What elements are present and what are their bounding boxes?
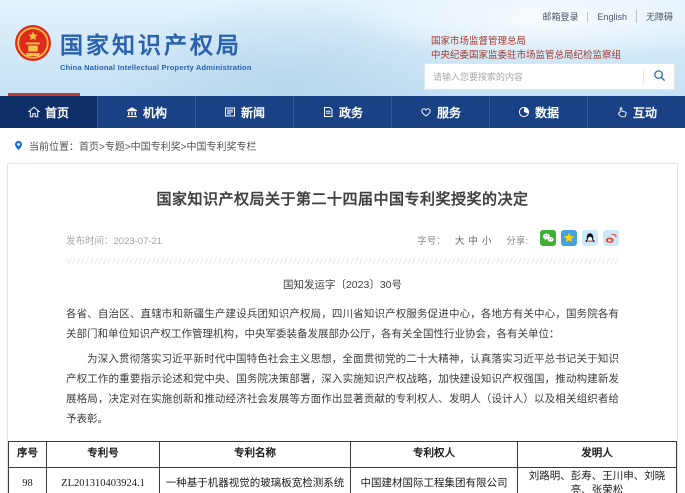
publish-date: 发布时间：2023-07-21	[66, 233, 162, 247]
qzone-share-icon[interactable]	[561, 230, 577, 246]
site-subtitle: China National Intellectual Property Adm…	[60, 63, 252, 72]
brand: 国家知识产权局 China National Intellectual Prop…	[60, 26, 252, 72]
top-link-2[interactable]: 无障碍	[636, 10, 673, 23]
patent-award-table: 序号专利号专利名称专利权人发明人 98ZL201310403924.1一种基于机…	[8, 441, 677, 493]
page-title: 国家知识产权局关于第二十四届中国专利奖授奖的决定	[8, 188, 677, 209]
top-link-1[interactable]: English	[587, 12, 627, 22]
nav-label-gov: 政务	[339, 104, 363, 121]
article-meta-row: 发布时间：2023-07-21 字号： 大中小 分享:	[66, 230, 619, 249]
site-header: 国家知识产权局 China National Intellectual Prop…	[0, 0, 685, 96]
nav-item-home[interactable]: 首页	[0, 96, 97, 128]
qq-share-icon[interactable]	[582, 230, 598, 246]
search-icon	[653, 69, 666, 85]
newspaper-icon	[224, 106, 236, 118]
nav-active-accent	[8, 93, 80, 96]
font-size-option-2[interactable]: 小	[480, 236, 494, 247]
home-icon	[28, 106, 40, 118]
font-size-label: 字号：	[417, 233, 446, 247]
share-icons	[535, 230, 619, 249]
font-size-option-0[interactable]: 大	[453, 236, 467, 247]
breadcrumb-label: 当前位置：	[29, 138, 79, 153]
main-nav: 首页 机构 新闻 政务 服务 数据 互动	[0, 96, 685, 128]
nav-item-news[interactable]: 新闻	[195, 96, 293, 128]
table-header-0: 序号	[9, 441, 47, 467]
page: 国家知识产权局 China National Intellectual Prop…	[0, 0, 685, 493]
nav-label-org: 机构	[143, 104, 167, 121]
nav-label-data: 数据	[535, 104, 559, 121]
breadcrumb: 当前位置： 首页>专题>中国专利奖>中国专利奖专栏	[0, 128, 685, 163]
document-icon	[322, 106, 334, 118]
hatched-divider	[66, 258, 619, 264]
department-lines: 国家市场监督管理总局 中央纪委国家监委驻市场监管总局纪检监察组	[431, 35, 621, 64]
nav-label-service: 服务	[437, 104, 461, 121]
table-head: 序号专利号专利名称专利权人发明人	[9, 441, 677, 467]
table-header-row: 序号专利号专利名称专利权人发明人	[9, 441, 677, 467]
breadcrumb-path[interactable]: 首页>专题>中国专利奖>中国专利奖专栏	[79, 138, 257, 153]
nav-item-service[interactable]: 服务	[391, 96, 489, 128]
top-link-0[interactable]: 邮箱登录	[542, 10, 578, 23]
weibo-share-icon[interactable]	[603, 230, 619, 246]
share-label: 分享:	[506, 233, 528, 247]
doc-number: 国知发运字〔2023〕30号	[8, 277, 677, 292]
paragraph-body: 为深入贯彻落实习近平新时代中国特色社会主义思想，全面贯彻党的二十大精神，认真落实…	[66, 350, 619, 430]
table-cell-r0-c2: 一种基于机器视觉的玻璃板宽检测系统	[159, 467, 350, 493]
table-body: 98ZL201310403924.1一种基于机器视觉的玻璃板宽检测系统中国建材国…	[9, 467, 677, 493]
font-size-option-1[interactable]: 中	[466, 236, 480, 247]
service-heart-icon	[420, 106, 432, 118]
table-cell-r0-c1: ZL201310403924.1	[47, 467, 160, 493]
nav-item-gov[interactable]: 政务	[293, 96, 391, 128]
location-pin-icon	[13, 140, 24, 151]
table-row: 98ZL201310403924.1一种基于机器视觉的玻璃板宽检测系统中国建材国…	[9, 467, 677, 493]
font-size-options: 大中小	[453, 233, 494, 247]
nav-item-data[interactable]: 数据	[489, 96, 587, 128]
table-cell-r0-c3: 中国建材国际工程集团有限公司	[351, 467, 518, 493]
table-cell-r0-c0: 98	[9, 467, 47, 493]
pie-chart-icon	[518, 106, 530, 118]
hand-icon	[616, 106, 628, 118]
department-line-2: 中央纪委国家监委驻市场监管总局纪检监察组	[431, 49, 621, 63]
department-line-1: 国家市场监督管理总局	[431, 35, 621, 49]
nav-item-org[interactable]: 机构	[97, 96, 195, 128]
institution-icon	[126, 106, 138, 118]
site-title: 国家知识产权局	[60, 26, 252, 60]
article-panel: 国家知识产权局关于第二十四届中国专利奖授奖的决定 发布时间：2023-07-21…	[7, 163, 678, 493]
wechat-share-icon[interactable]	[540, 230, 556, 246]
table-header-2: 专利名称	[159, 441, 350, 467]
nav-label-home: 首页	[45, 104, 69, 121]
paragraph-recipients: 各省、自治区、直辖市和新疆生产建设兵团知识产权局，四川省知识产权服务促进中心，各…	[66, 305, 619, 345]
table-header-4: 发明人	[518, 441, 677, 467]
search-button[interactable]	[644, 64, 674, 89]
search-input[interactable]	[425, 72, 643, 82]
search-box	[424, 63, 675, 90]
table-header-3: 专利权人	[351, 441, 518, 467]
top-links: 邮箱登录 English 无障碍	[542, 10, 673, 23]
national-emblem-logo	[14, 24, 52, 62]
nav-label-news: 新闻	[241, 104, 265, 121]
nav-label-interact: 互动	[633, 104, 657, 121]
meta-tools: 字号： 大中小 分享:	[417, 230, 619, 249]
table-cell-r0-c4: 刘路明、彭寿、王川申、刘晓亮、张荣松	[518, 467, 677, 493]
nav-item-interact[interactable]: 互动	[587, 96, 685, 128]
table-header-1: 专利号	[47, 441, 160, 467]
